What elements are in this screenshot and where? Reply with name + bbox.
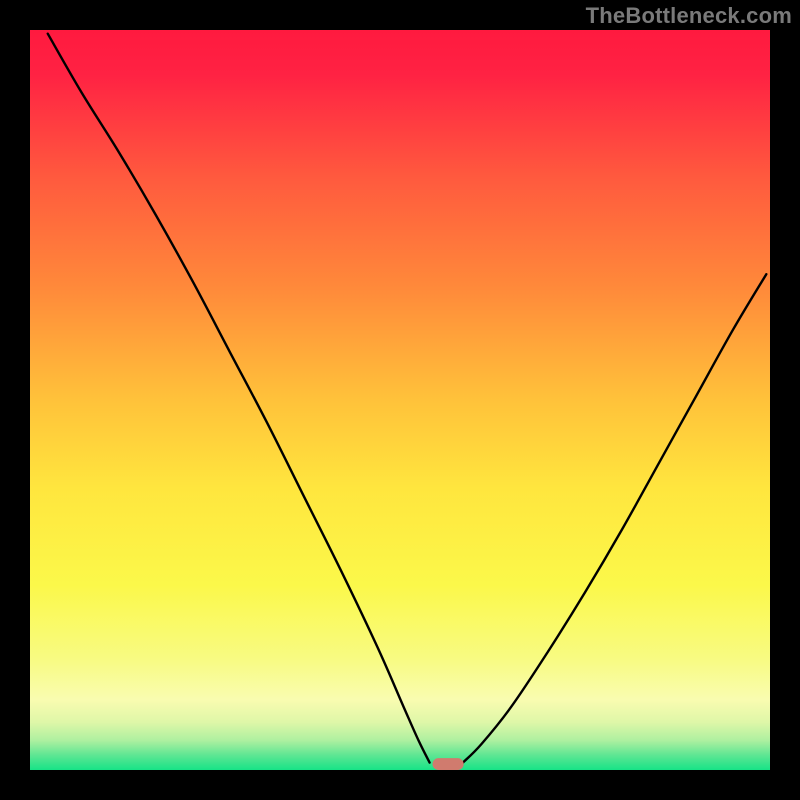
bottleneck-chart: TheBottleneck.com <box>0 0 800 800</box>
gradient-background <box>30 30 770 770</box>
optimal-marker <box>433 758 464 770</box>
chart-canvas <box>0 0 800 800</box>
watermark-text: TheBottleneck.com <box>586 3 792 29</box>
